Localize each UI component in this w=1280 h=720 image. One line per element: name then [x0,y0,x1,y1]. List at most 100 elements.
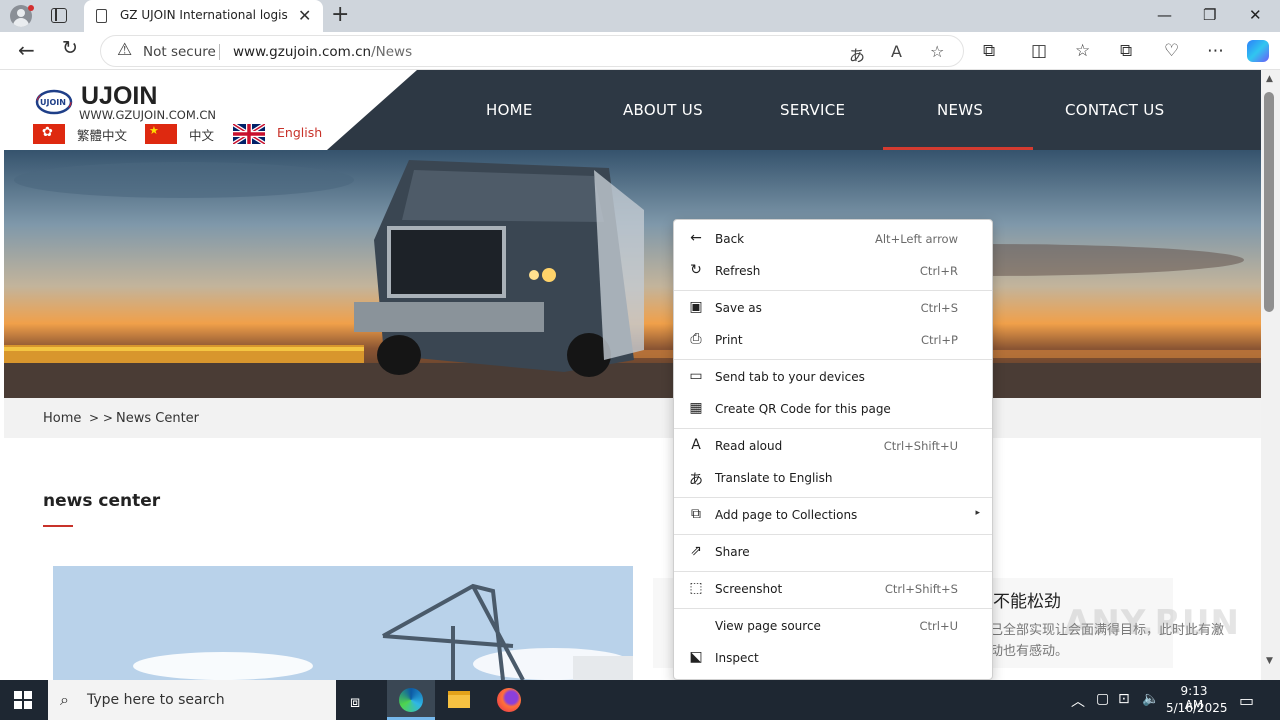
window-minimize-button[interactable]: — [1157,6,1172,24]
menu-item-screenshot[interactable]: ⬚ Screenshot Ctrl+Shift+S [674,575,992,605]
nav-home[interactable]: HOME [486,101,533,119]
menu-separator [674,290,992,291]
tab-actions-menu-icon[interactable] [51,8,67,23]
translate-page-icon[interactable]: あ [849,42,865,66]
screenshot-icon: ⬚ [689,580,703,596]
menu-item-print[interactable]: ⎙ Print Ctrl+P [674,326,992,356]
news-headline[interactable]: 不能松劲 [993,587,1061,612]
clock-date[interactable]: 5/16/2025 [1166,701,1228,715]
menu-item-shortcut: Ctrl+Shift+U [883,439,958,453]
nav-contact-us[interactable]: CONTACT US [1065,101,1164,119]
menu-item-add-to-collections[interactable]: ⧉ Add page to Collections ▸ [674,501,992,531]
menu-item-label: Create QR Code for this page [715,402,891,416]
menu-item-view-source[interactable]: View page source Ctrl+U [674,612,992,642]
menu-item-translate[interactable]: あ Translate to English [674,464,992,494]
menu-item-read-aloud[interactable]: A Read aloud Ctrl+Shift+U [674,432,992,462]
address-divider [219,44,220,60]
volume-icon[interactable]: 🔈 [1142,691,1159,707]
menu-item-shortcut: Ctrl+P [920,333,958,347]
print-icon: ⎙ [690,331,702,347]
new-tab-button[interactable]: + [331,2,349,27]
taskbar-file-explorer-app[interactable] [435,680,483,720]
show-hidden-icons-chevron-icon[interactable]: ︿ [1071,691,1085,711]
address-bar[interactable]: ⚠ Not secure www.gzujoin.com.cn/News あ A… [100,35,964,67]
browser-essentials-icon[interactable]: ♡ [1164,41,1179,61]
back-arrow-icon: ← [690,230,702,246]
lang-english[interactable]: English [277,125,322,140]
back-arrow-icon[interactable]: ← [18,38,35,62]
brand-url: WWW.GZUJOIN.COM.CN [79,108,217,122]
warning-triangle-icon[interactable]: ⚠ [117,40,132,60]
nav-about-us[interactable]: ABOUT US [623,101,703,119]
tab-close-icon[interactable]: ✕ [298,6,311,25]
lang-traditional-chinese[interactable]: 繁體中文 [77,125,127,144]
menu-item-label: Print [715,333,743,347]
breadcrumb-current[interactable]: News Center [116,411,199,426]
brand-name[interactable]: UJOIN [81,82,157,111]
favorite-star-icon[interactable]: ☆ [930,42,944,61]
read-aloud-icon[interactable]: A [891,42,902,61]
search-icon: ⌕ [60,690,69,709]
favorites-icon[interactable]: ☆ [1075,41,1090,61]
page-scrollbar[interactable]: ▲ ▼ [1261,70,1280,680]
security-label[interactable]: Not secure [143,44,216,60]
breadcrumb: Home > > News Center [4,398,1261,438]
menu-item-label: Send tab to your devices [715,370,865,384]
section-title: news center [43,491,161,511]
menu-item-inspect[interactable]: ⬕ Inspect [674,644,992,674]
menu-item-save-as[interactable]: ▣ Save as Ctrl+S [674,294,992,324]
nav-service[interactable]: SERVICE [780,101,845,119]
menu-separator [674,608,992,609]
hero-banner-truck-image [4,150,1261,398]
window-close-button[interactable]: ✕ [1249,6,1262,24]
split-screen-icon[interactable]: ◫ [1031,41,1047,61]
web-page: UJOIN UJOIN WWW.GZUJOIN.COM.CN 繁體中文 中文 E… [4,70,1261,680]
china-flag-icon[interactable] [145,124,177,144]
taskbar-edge-app[interactable] [387,680,435,720]
menu-item-shortcut: Ctrl+R [919,264,958,278]
scroll-down-arrow-icon[interactable]: ▼ [1266,656,1273,666]
news-image-port-crane[interactable] [53,566,633,680]
share-icon: ⇗ [690,543,702,559]
hong-kong-flag-icon[interactable] [33,124,65,144]
meet-now-icon[interactable]: ▢ [1096,691,1109,707]
notifications-icon[interactable]: ▭ [1239,691,1254,710]
breadcrumb-separator: > > [89,411,113,425]
collections-icon[interactable]: ⧉ [1120,41,1132,61]
copilot-icon[interactable] [1247,40,1269,62]
settings-more-icon[interactable]: ⋯ [1207,41,1224,61]
network-icon[interactable]: ⊡ [1118,691,1130,707]
windows-start-icon[interactable] [14,691,32,709]
menu-item-back[interactable]: ← Back Alt+Left arrow [674,225,992,255]
url-text[interactable]: www.gzujoin.com.cn/News [233,44,412,60]
translate-icon: あ [689,472,703,488]
menu-separator [674,497,992,498]
ujoin-logo-icon[interactable]: UJOIN [34,88,74,116]
read-aloud-icon: A [691,437,701,453]
task-view-icon[interactable]: ⧈ [350,692,360,712]
lang-simplified-chinese[interactable]: 中文 [189,125,214,144]
scroll-up-arrow-icon[interactable]: ▲ [1266,74,1273,84]
menu-separator [674,571,992,572]
menu-item-qr-code[interactable]: ▦ Create QR Code for this page [674,395,992,425]
search-placeholder: Type here to search [87,692,225,708]
uk-flag-icon[interactable] [233,124,265,144]
menu-item-send-tab[interactable]: ▭ Send tab to your devices [674,363,992,393]
taskbar-search-box[interactable]: ⌕ Type here to search [48,680,336,720]
send-tab-icon: ▭ [689,368,703,384]
extensions-icon[interactable]: ⧉ [983,41,995,61]
browser-toolbar: ← ↻ ⚠ Not secure www.gzujoin.com.cn/News… [0,32,1280,70]
url-host: www.gzujoin.com.cn [233,44,372,60]
window-maximize-button[interactable]: ❐ [1203,6,1216,24]
menu-item-share[interactable]: ⇗ Share [674,538,992,568]
scrollbar-thumb[interactable] [1264,92,1274,312]
menu-item-refresh[interactable]: ↻ Refresh Ctrl+R [674,257,992,287]
tab-strip: GZ UJOIN International logistics Co. ✕ +… [0,0,1280,32]
refresh-icon[interactable]: ↻ [62,37,78,59]
active-tab[interactable]: GZ UJOIN International logistics Co. ✕ [84,0,323,32]
breadcrumb-home-link[interactable]: Home [43,411,81,426]
nav-news[interactable]: NEWS [937,101,983,119]
taskbar-firefox-app[interactable] [485,680,533,720]
context-menu: ← Back Alt+Left arrow ↻ Refresh Ctrl+R ▣… [673,219,993,680]
svg-text:UJOIN: UJOIN [40,98,66,107]
